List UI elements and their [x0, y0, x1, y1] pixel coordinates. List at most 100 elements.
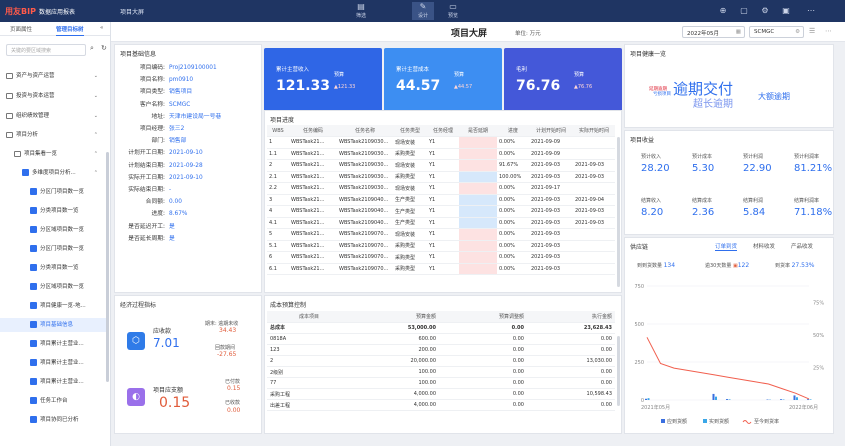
tab-product[interactable]: 产品收发 — [791, 242, 813, 250]
bar[interactable] — [728, 399, 731, 400]
refresh-icon[interactable]: ↻ — [101, 44, 107, 52]
sidebar-item[interactable]: 项目累计主营业... — [0, 356, 106, 370]
sidebar-item[interactable]: 分区域项目数一览 — [0, 223, 106, 237]
sidebar-scrollbar[interactable] — [106, 152, 109, 382]
table-row[interactable]: 3 WBSTask21... WBSTask2109040... 生产类型 Y1 0.00… — [267, 194, 615, 206]
table-scrollbar[interactable] — [617, 336, 620, 406]
column-header[interactable]: 执行金额 — [527, 311, 615, 323]
table-row[interactable]: 5.1 WBSTask21... WBSTask2109070... 采购类型 Y1 0.… — [267, 240, 615, 252]
column-header[interactable]: 任务名称 — [337, 125, 393, 137]
table-cell: WBSTask2109030... — [337, 159, 393, 172]
table-row[interactable]: 77 100.00 0.00 0.00 — [267, 377, 615, 390]
bar[interactable] — [780, 399, 782, 400]
org-select[interactable]: SCMGC ⚙ — [749, 26, 804, 38]
sidebar-item[interactable]: 项目累计主营业... — [0, 337, 106, 351]
table-row[interactable]: 5 WBSTask21... WBSTask2109070... 现场安装 Y1 0.00… — [267, 228, 615, 241]
sidebar-item[interactable]: 分区门项目数一览 — [0, 242, 106, 256]
sidebar-item[interactable]: 资产与资产运营 ⌄ — [0, 69, 106, 83]
kpi-value: 28.20 — [641, 163, 670, 174]
table-cell: 采购类型 — [393, 263, 427, 275]
column-header[interactable]: 预算金额 — [351, 311, 439, 323]
table-cell: 0.00 — [527, 399, 615, 412]
sidebar-item[interactable]: 分区门项目数一览 — [0, 185, 106, 199]
bar[interactable] — [807, 399, 809, 400]
bar[interactable] — [809, 399, 812, 400]
table-row[interactable]: 2 WBSTask21... WBSTask2109030... 现场安装 Y1 91.6… — [267, 159, 615, 172]
table-row[interactable]: 4.1 WBSTask21... WBSTask2109040... 生产类型 Y1 0.… — [267, 217, 615, 229]
sidebar-item[interactable]: 任务工作台 — [0, 394, 106, 408]
settings-icon[interactable]: ⚙ — [759, 5, 771, 17]
search-icon[interactable]: ⌕ — [90, 44, 94, 53]
bar[interactable] — [645, 398, 647, 400]
table-row[interactable]: 1.1 WBSTask21... WBSTask2109030... 采购类型 Y1 0.… — [267, 148, 615, 160]
sidebar-item[interactable]: 项目集看一览 ⌃ — [0, 147, 106, 161]
table-row[interactable]: 6 WBSTask21... WBSTask2109070... 采购类型 Y1 0.00… — [267, 251, 615, 264]
payable-value: 0.15 — [159, 395, 191, 411]
column-header[interactable]: 成本项目 — [267, 311, 351, 323]
sidebar-item[interactable]: 分类项目数一览 — [0, 204, 106, 218]
sidebar-item[interactable]: 分类项目数一览 — [0, 261, 106, 275]
list-icon[interactable]: ☰ — [809, 27, 815, 35]
sidebar-item[interactable]: 多维度项目分析... ⌃ — [0, 166, 106, 180]
bar[interactable] — [712, 393, 715, 400]
table-scrollbar[interactable] — [617, 137, 620, 287]
sidebar-item[interactable]: 项目协同已分析 — [0, 413, 106, 423]
delay-cell — [459, 263, 497, 275]
legend-label: 应到货额 — [667, 418, 687, 425]
table-row[interactable]: 2级别 100.00 0.00 0.00 — [267, 366, 615, 379]
table-row[interactable]: 出差工程 4,000.00 0.00 0.00 — [267, 399, 615, 412]
column-header[interactable]: 预算调整额 — [439, 311, 527, 323]
table-row[interactable]: 123 200.00 0.00 0.00 — [267, 344, 615, 356]
table-row[interactable]: 2.1 WBSTask21... WBSTask2109030... 采购类型 Y1 10… — [267, 171, 615, 183]
table-cell: 采购类型 — [393, 171, 427, 183]
month-picker[interactable]: 2022年05月 ▦ — [682, 26, 745, 38]
column-header[interactable]: 实际开始时间 — [573, 125, 615, 137]
table-row[interactable]: 0818A 600.00 0.00 0.00 — [267, 333, 615, 345]
table-row[interactable]: 1 WBSTask21... WBSTask2109030... 现场安装 Y1 0.00… — [267, 136, 615, 149]
filter-button[interactable]: ▤ 筛选 — [350, 2, 372, 20]
column-header[interactable]: 计划开始时间 — [529, 125, 573, 137]
table-row[interactable]: 2 20,000.00 0.00 13,030.00 — [267, 355, 615, 367]
tab-target-tree[interactable]: 管理目标树 — [56, 25, 84, 36]
table-row[interactable]: 4 WBSTask21... WBSTask2109040... 生产类型 Y1 0.00… — [267, 205, 615, 218]
sidebar-item-selected[interactable]: 项目基础信息 — [0, 318, 106, 332]
tab-page-props[interactable]: 页面属性 — [10, 25, 32, 33]
sidebar-item[interactable]: 项目健康一览-地... — [0, 299, 106, 313]
more-icon[interactable]: ⋯ — [825, 27, 832, 35]
table-row[interactable]: 采购工程 4,000.00 0.00 10,598.43 — [267, 388, 615, 401]
rate-line[interactable] — [646, 337, 810, 400]
delay-cell — [459, 182, 497, 195]
bar[interactable] — [647, 398, 650, 400]
column-header[interactable]: 任务经理 — [427, 125, 459, 137]
sidebar-item[interactable]: 项目累计主营业... — [0, 375, 106, 389]
legend-swatch — [661, 419, 665, 423]
column-header[interactable]: 进度 — [497, 125, 529, 137]
document-icon[interactable]: ▢ — [738, 5, 750, 17]
preview-button[interactable]: ▭ 预览 — [442, 2, 464, 20]
tab-material[interactable]: 材料收发 — [753, 242, 775, 250]
design-button[interactable]: ✎ 设计 — [412, 2, 434, 20]
add-icon[interactable]: ⊕ — [717, 5, 729, 17]
column-header[interactable]: 是否延期 — [459, 125, 497, 137]
column-header[interactable]: 任务类型 — [393, 125, 427, 137]
bar[interactable] — [726, 399, 728, 400]
table-cell: 2021-09-03 — [529, 159, 573, 172]
sidebar-item[interactable]: 分区域项目数一览 — [0, 280, 106, 294]
bar[interactable] — [796, 397, 798, 400]
table-row[interactable]: 6.1 WBSTask21... WBSTask2109070... 采购类型 Y1 0.… — [267, 263, 615, 275]
more-icon[interactable]: ⋯ — [805, 5, 817, 17]
column-header[interactable]: WBS — [267, 125, 289, 137]
tab-order-arrival[interactable]: 订单到货 — [715, 242, 738, 251]
bar[interactable] — [793, 395, 796, 400]
health-word: 亏损项目 — [653, 92, 671, 97]
sidebar-item[interactable]: 项目分析 ⌃ — [0, 128, 106, 142]
revenue-panel: 项目收益 预计收入 28.20 预计成本 5.30 预计利润 22.90 预计利润率 81.2… — [624, 130, 834, 235]
column-header[interactable]: 任务编码 — [289, 125, 337, 137]
table-row[interactable]: 2.2 WBSTask21... WBSTask2109030... 现场安装 Y1 0.… — [267, 182, 615, 195]
window-icon[interactable]: ▣ — [780, 5, 792, 17]
collapse-icon[interactable]: « — [100, 25, 103, 31]
sidebar-item[interactable]: 组织绩效管理 ⌄ — [0, 109, 106, 123]
sidebar-item[interactable]: 投资与资本运营 ⌄ — [0, 89, 106, 103]
sidebar-search-input[interactable]: 关键的要区域搜索 — [6, 44, 86, 56]
bar[interactable] — [715, 396, 717, 400]
